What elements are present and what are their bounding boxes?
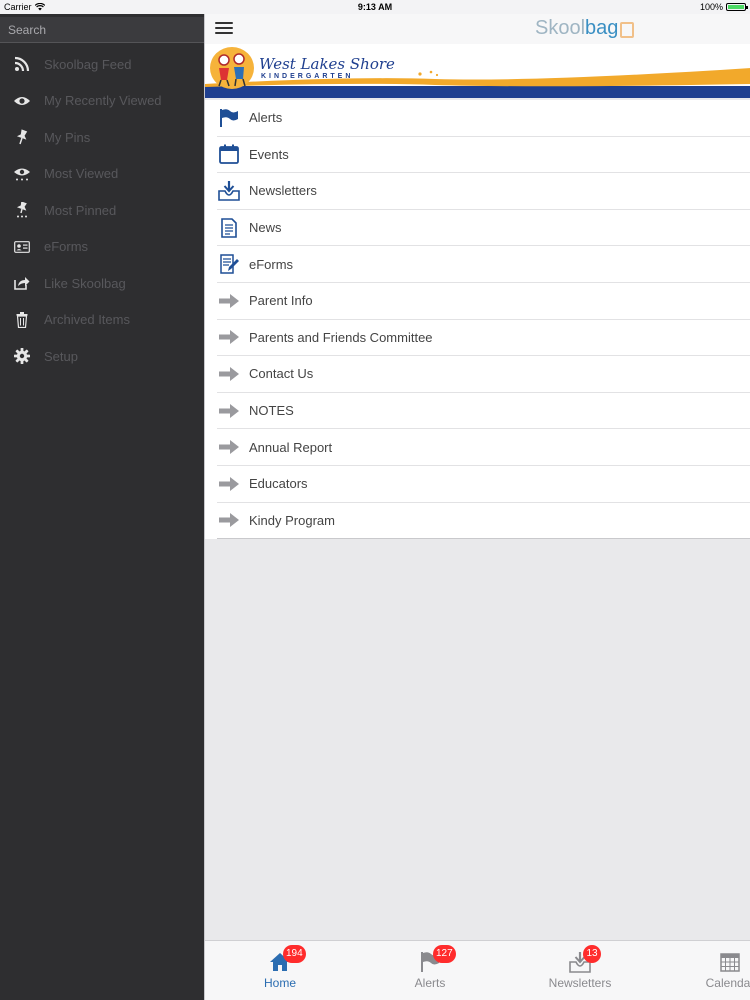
sidebar-item-label: Skoolbag Feed [44, 56, 132, 72]
tab-newsletters[interactable]: 13 Newsletters [505, 941, 655, 1000]
tab-label: Newsletters [548, 976, 612, 990]
flag-icon [217, 107, 241, 129]
menu-item-news[interactable]: News [217, 210, 750, 247]
sidebar-item-label: Archived Items [44, 312, 130, 327]
arrow-right-icon [217, 400, 241, 422]
school-name: West Lakes Shore [259, 55, 395, 73]
sidebar: Search Skoolbag Feed My Recently Viewed … [0, 14, 204, 1000]
tab-label: Calendar [705, 976, 750, 990]
tab-badge: 13 [583, 945, 601, 963]
brand-text-second: bag [585, 17, 619, 39]
arrow-right-icon [217, 436, 241, 458]
tab-alerts[interactable]: 127 Alerts [355, 941, 505, 1000]
sidebar-item-setup[interactable]: Setup [0, 338, 204, 374]
eye-icon [0, 95, 44, 107]
hamburger-menu-button[interactable] [215, 20, 233, 36]
sidebar-item-archived-items[interactable]: Archived Items [0, 302, 204, 338]
sidebar-item-eforms[interactable]: eForms [0, 229, 204, 265]
menu-item-eforms[interactable]: eForms [217, 246, 750, 283]
tab-badge: 127 [433, 945, 456, 963]
sidebar-item-label: My Recently Viewed [44, 93, 162, 108]
menu-item-alerts[interactable]: Alerts [217, 100, 750, 137]
bag-icon [620, 21, 635, 38]
menu-item-events[interactable]: Events [217, 137, 750, 174]
arrow-right-icon [217, 290, 241, 312]
menu-item-parent-info[interactable]: Parent Info [217, 283, 750, 320]
arrow-right-icon [217, 473, 241, 495]
sidebar-item-label: Setup [44, 348, 78, 364]
eye-dots-icon [0, 167, 44, 181]
menu-item-contact-us[interactable]: Contact Us [217, 356, 750, 393]
menu-item-label: Alerts [249, 110, 283, 126]
battery-label: 100% [699, 2, 723, 12]
school-banner: West Lakes Shore KINDERGARTEN [205, 44, 750, 98]
battery-indicator: 100% [699, 2, 748, 12]
tab-badge: 194 [283, 945, 306, 963]
app-logo: Skool bag [535, 17, 635, 40]
sidebar-item-my-pins[interactable]: My Pins [0, 119, 204, 155]
sidebar-item-label: My Pins [44, 129, 91, 145]
document-icon [217, 217, 241, 239]
tab-home[interactable]: 194 Home [205, 941, 355, 1000]
gear-icon [0, 348, 44, 364]
sidebar-item-my-recently-viewed[interactable]: My Recently Viewed [0, 83, 204, 119]
search-input[interactable]: Search [0, 17, 204, 43]
arrow-right-icon [217, 363, 241, 385]
form-pencil-icon [217, 253, 241, 275]
kindergarten-logo [210, 47, 254, 89]
tab-calendar[interactable]: Calendar [655, 941, 750, 1000]
rss-icon [0, 56, 44, 72]
menu-item-educators[interactable]: Educators [217, 466, 750, 503]
sidebar-item-label: Most Viewed [44, 166, 119, 181]
brand-text-first: Skool [535, 17, 586, 39]
calendar-grid-icon [720, 953, 740, 972]
arrow-right-icon [217, 509, 241, 531]
search-bar: Search [0, 14, 204, 46]
menu-item-annual-report[interactable]: Annual Report [217, 429, 750, 466]
menu-item-kindy-program[interactable]: Kindy Program [217, 503, 750, 540]
arrow-right-icon [217, 326, 241, 348]
sidebar-item-like-skoolbag[interactable]: Like Skoolbag [0, 265, 204, 301]
id-card-icon [0, 240, 44, 253]
pin-dots-icon [0, 202, 44, 218]
menu-item-notes[interactable]: NOTES [217, 393, 750, 430]
menu-item-label: News [249, 220, 282, 236]
battery-icon [726, 3, 748, 11]
menu-item-parents-and-friends-committee[interactable]: Parents and Friends Committee [217, 320, 750, 357]
menu-item-label: NOTES [249, 403, 294, 419]
sidebar-item-label: Like Skoolbag [44, 275, 126, 291]
calendar-icon [217, 143, 241, 165]
menu-item-label: Events [249, 146, 289, 162]
school-subtitle: KINDERGARTEN [261, 73, 354, 80]
status-bar: Carrier 9:13 AM 100% [0, 0, 750, 14]
sidebar-item-most-pinned[interactable]: Most Pinned [0, 192, 204, 228]
tab-label: Home [263, 976, 296, 990]
menu-item-label: Contact Us [249, 366, 314, 382]
menu-item-label: Parent Info [249, 293, 313, 309]
share-icon [0, 276, 44, 290]
menu-item-newsletters[interactable]: Newsletters [217, 173, 750, 210]
tab-label: Alerts [414, 976, 446, 990]
main-pane: Skoolbag West Lakes Shore KINDERGARTEN [204, 14, 750, 1000]
menu-item-label: Newsletters [249, 183, 317, 199]
sidebar-item-most-viewed[interactable]: Most Viewed [0, 156, 204, 192]
sidebar-item-label: eForms [44, 239, 89, 254]
tab-bar: 194 Home 127 Alerts 13 Newsletters Calen… [205, 940, 750, 1000]
inbox-download-icon [217, 180, 241, 202]
menu-item-label: Annual Report [249, 439, 333, 455]
menu-list: Alerts Events Newsletters News eForms Pa… [205, 100, 750, 540]
menu-item-label: Educators [249, 476, 308, 492]
top-nav-bar: Skool bag [205, 14, 750, 44]
sidebar-item-label: Most Pinned [44, 202, 117, 218]
sidebar-item-skoolbag-feed[interactable]: Skoolbag Feed [0, 46, 204, 82]
pin-icon [0, 129, 44, 145]
clock: 9:13 AM [357, 2, 393, 12]
menu-item-label: eForms [249, 256, 294, 272]
menu-item-label: Kindy Program [249, 512, 335, 528]
trash-icon [0, 311, 44, 328]
menu-item-label: Parents and Friends Committee [249, 329, 433, 345]
